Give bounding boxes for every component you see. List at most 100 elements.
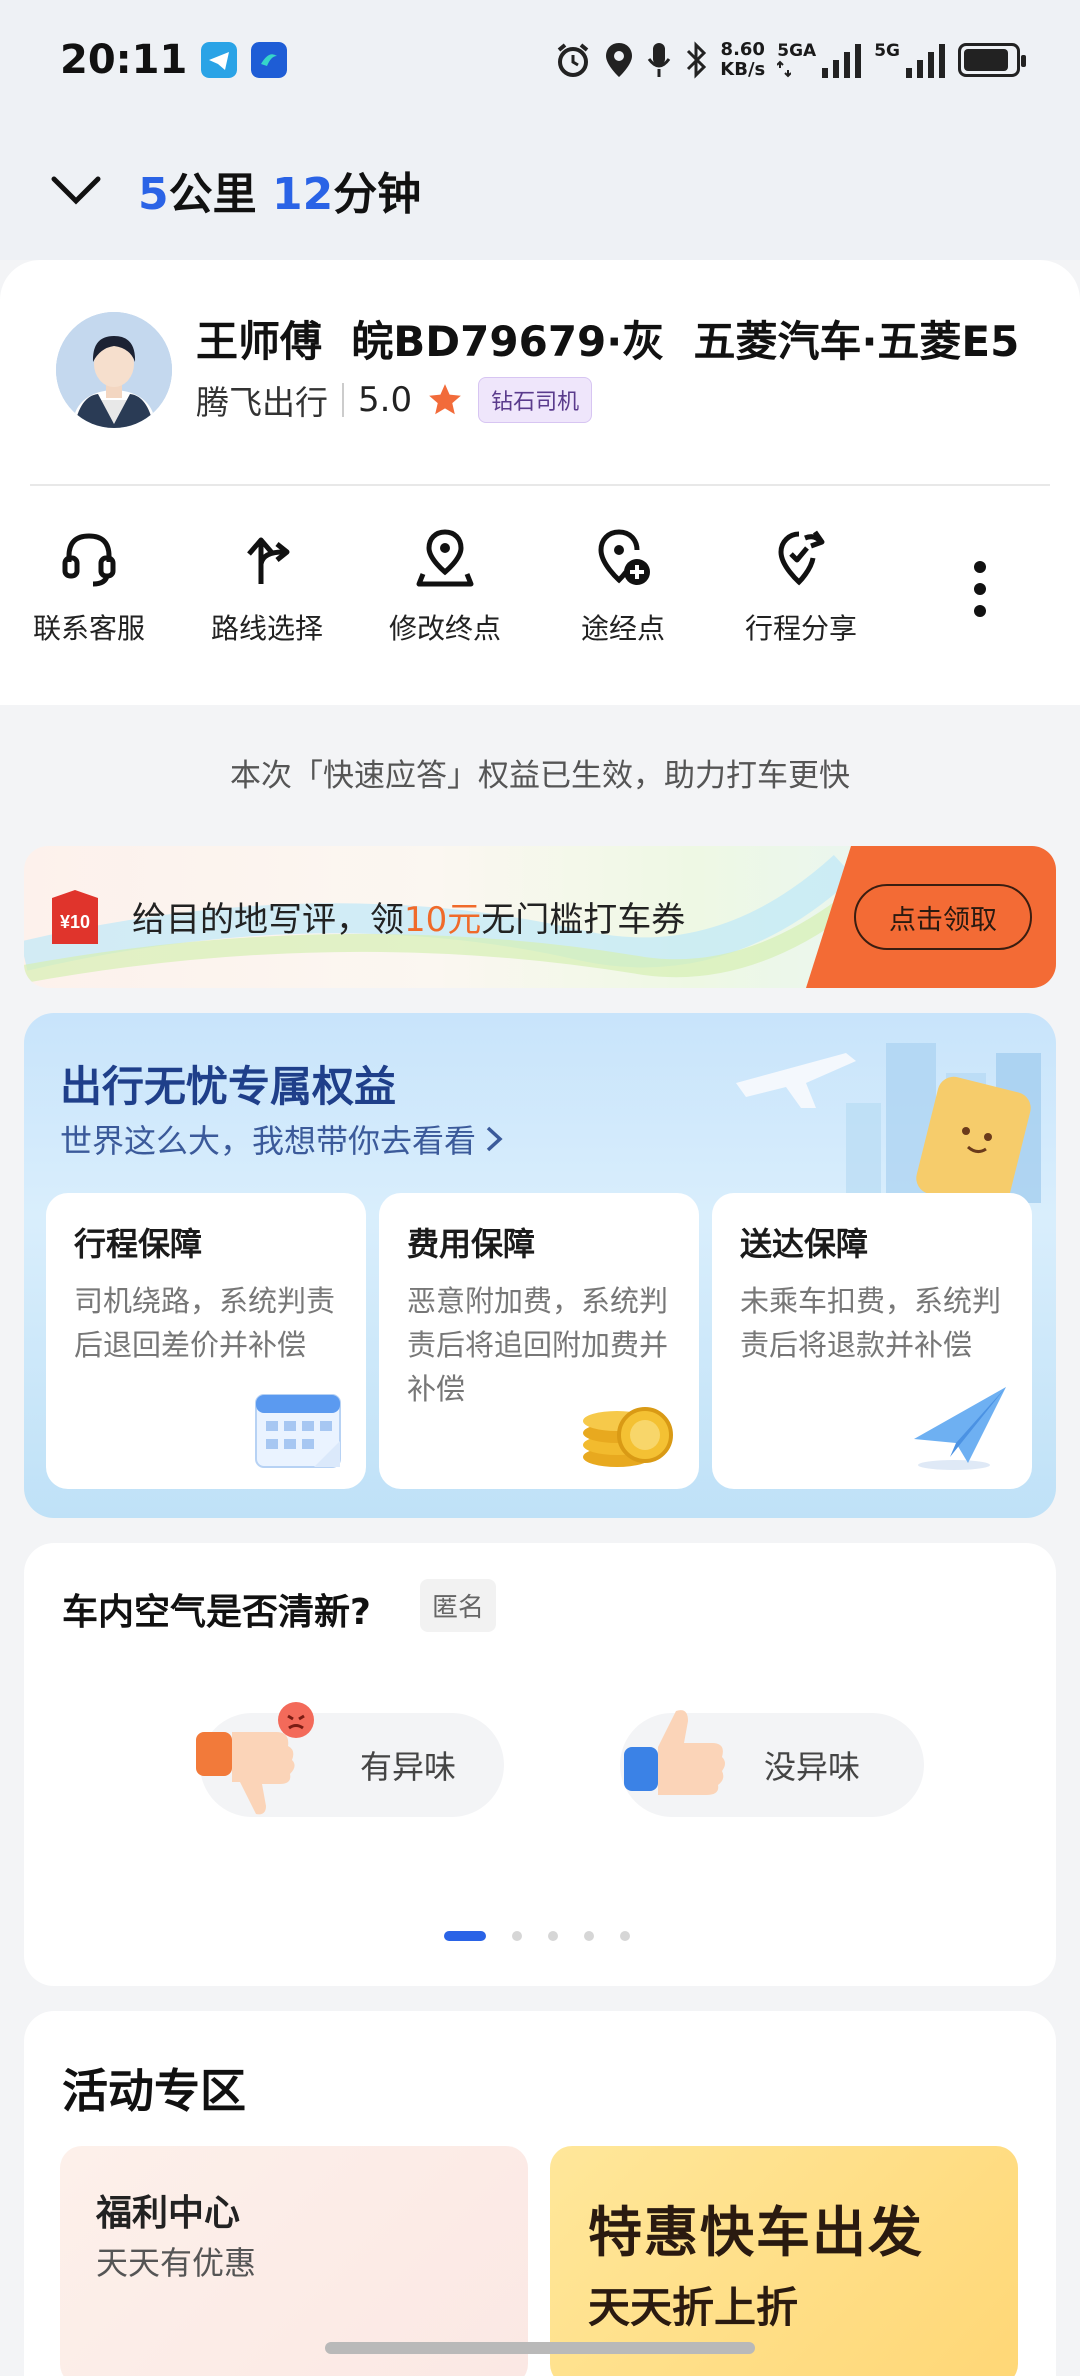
city-airplane-illustration: [736, 1043, 1041, 1203]
status-right: 8.60 KB/s 5GA 5G: [554, 40, 1026, 80]
page-dot: [548, 1931, 558, 1941]
action-label: 途经点: [580, 612, 665, 645]
thumbs-down-angry-icon: [196, 1702, 314, 1815]
driver-badge: 钻石司机: [478, 377, 593, 423]
promo-text-before: 给目的地写评，领: [132, 900, 404, 940]
ride-company: 腾飞出行: [196, 383, 328, 422]
share-trip-button[interactable]: 行程分享: [712, 525, 890, 647]
action-label: 联系客服: [32, 612, 145, 645]
edit-destination-icon: [416, 529, 474, 587]
alarm-icon: [558, 43, 589, 77]
signal-bars-icon: [822, 44, 862, 78]
edit-destination-button[interactable]: 修改终点: [356, 525, 534, 647]
time-unit: 分钟: [333, 169, 422, 220]
signal-bars-icon: [906, 44, 945, 78]
updown-arrows-icon: [777, 60, 792, 78]
card-divider: [30, 484, 1050, 486]
quick-answer-note: 本次「快速应答」权益已生效，助力打车更快: [230, 758, 850, 794]
tile2-title: 特惠快车出发: [588, 2201, 924, 2264]
activity-title: 活动专区: [62, 2064, 246, 2118]
chevron-down-icon[interactable]: [50, 175, 102, 205]
signal-5ga: 5GA: [777, 42, 862, 78]
location-icon: [606, 43, 633, 77]
star-icon: [429, 384, 461, 415]
tile1-title: 福利中心: [96, 2193, 241, 2234]
promo-text-highlight: 10元: [404, 900, 482, 940]
add-waypoint-button[interactable]: 途经点: [534, 525, 712, 647]
benefit-title: 费用保障: [407, 1225, 536, 1263]
driver-avatar[interactable]: [56, 312, 172, 428]
survey-pagination: [444, 1931, 630, 1941]
trip-protection-card: 出行无忧专属权益 世界这么大，我想带你去看看 行程保障 司机绕路，系统判责后退回…: [24, 1013, 1056, 1518]
clock-time: 20:11: [60, 37, 188, 83]
paper-plane-icon: [914, 1387, 1006, 1470]
telegram-app-icon: [201, 42, 238, 78]
protection-title: 出行无忧专属权益: [60, 1062, 397, 1111]
time-value: 12: [271, 169, 334, 220]
protection-subtitle-link[interactable]: 世界这么大，我想带你去看看: [60, 1116, 504, 1162]
action-label: 路线选择: [210, 612, 323, 645]
claim-coupon-button[interactable]: 点击领取: [854, 884, 1032, 950]
driver-info: 王师傅 皖BD79679·灰 五菱汽车·五菱E5: [196, 308, 1019, 369]
meta-divider: [342, 383, 344, 417]
promo-text: 给目的地写评，领10元无门槛打车券: [132, 892, 685, 941]
route-select-icon: [247, 537, 290, 584]
status-bar: 20:11 8.60 KB/s 5GA 5G: [0, 0, 1080, 120]
page-dot: [512, 1931, 522, 1941]
tile2-subtitle: 天天折上折: [588, 2283, 799, 2332]
bluetooth-icon: [687, 41, 707, 79]
distance-value: 5: [138, 169, 169, 220]
option-good-label: 没异味: [764, 1748, 861, 1786]
network-speed: 8.60 KB/s: [720, 40, 765, 80]
coupon-tag-text: ¥10: [60, 912, 90, 932]
contact-service-button[interactable]: 联系客服: [0, 525, 178, 647]
driver-rating: 5.0: [358, 380, 413, 420]
signal1-label: 5GA: [777, 41, 817, 61]
microphone-icon: [648, 43, 671, 77]
trip-header: 5公里 12分钟: [0, 120, 1080, 260]
signal-5g: 5G: [874, 42, 946, 78]
add-waypoint-icon: [598, 529, 650, 585]
home-indicator[interactable]: [325, 2342, 755, 2354]
review-coupon-banner[interactable]: ¥10 给目的地写评，领10元无门槛打车券 点击领取: [24, 846, 1056, 988]
headset-icon: [62, 533, 116, 587]
fee-guarantee-card[interactable]: 费用保障 恶意附加费，系统判责后将追回附加费并补偿: [379, 1193, 699, 1489]
calendar-icon: [255, 1394, 341, 1468]
net-speed-unit: KB/s: [720, 59, 766, 80]
delivery-guarantee-card[interactable]: 送达保障 未乘车扣费，系统判责后将退款并补偿: [712, 1193, 1032, 1489]
page-dot: [620, 1931, 630, 1941]
action-label: 行程分享: [744, 612, 857, 645]
driver-name: 王师傅: [196, 317, 323, 366]
anonymous-tag: 匿名: [420, 1579, 497, 1632]
air-quality-survey: 车内空气是否清新? 匿名 有异味 没异味: [24, 1543, 1056, 1986]
driver-card: 王师傅 皖BD79679·灰 五菱汽车·五菱E5 腾飞出行 5.0 钻石司机 联…: [0, 260, 1080, 705]
option-bad-label: 有异味: [360, 1748, 457, 1786]
more-vertical-icon[interactable]: [970, 560, 990, 618]
trip-eta: 5公里 12分钟: [138, 158, 421, 222]
benefit-desc: 司机绕路，系统判责后退回差价并补偿: [74, 1284, 336, 1362]
benefit-desc: 未乘车扣费，系统判责后将退款并补偿: [740, 1284, 1002, 1362]
benefit-title: 行程保障: [74, 1225, 203, 1263]
thumbs-up-icon: [624, 1710, 725, 1795]
action-row: 联系客服 路线选择 修改终点 途经点 行程分享: [0, 525, 1080, 685]
benefit-title: 送达保障: [740, 1225, 869, 1263]
license-plate: 皖BD79679·灰: [351, 317, 665, 366]
trip-guarantee-card[interactable]: 行程保障 司机绕路，系统判责后退回差价并补偿: [46, 1193, 366, 1489]
battery-icon: [958, 43, 1026, 77]
page-dot: [584, 1931, 594, 1941]
promo-text-after: 无门槛打车券: [481, 900, 686, 940]
action-label: 修改终点: [388, 612, 501, 645]
car-model: 五菱汽车·五菱E5: [693, 317, 1020, 366]
driver-avatar-image: [56, 312, 172, 428]
protection-subtitle: 世界这么大，我想带你去看看: [60, 1122, 477, 1160]
coupon-icon: ¥10: [52, 890, 98, 944]
net-speed-value: 8.60: [720, 39, 765, 60]
route-select-button[interactable]: 路线选择: [178, 525, 356, 647]
driver-meta: 腾飞出行 5.0 钻石司机: [196, 376, 593, 424]
status-left: 20:11: [60, 37, 288, 83]
activity-zone: 活动专区 福利中心 天天有优惠 特惠快车出发 天天折上折: [24, 2011, 1056, 2376]
tile1-subtitle: 天天有优惠: [96, 2244, 257, 2282]
signal2-label: 5G: [874, 41, 900, 61]
page-dot-active: [444, 1931, 486, 1941]
coin-stack-icon: [583, 1407, 673, 1467]
